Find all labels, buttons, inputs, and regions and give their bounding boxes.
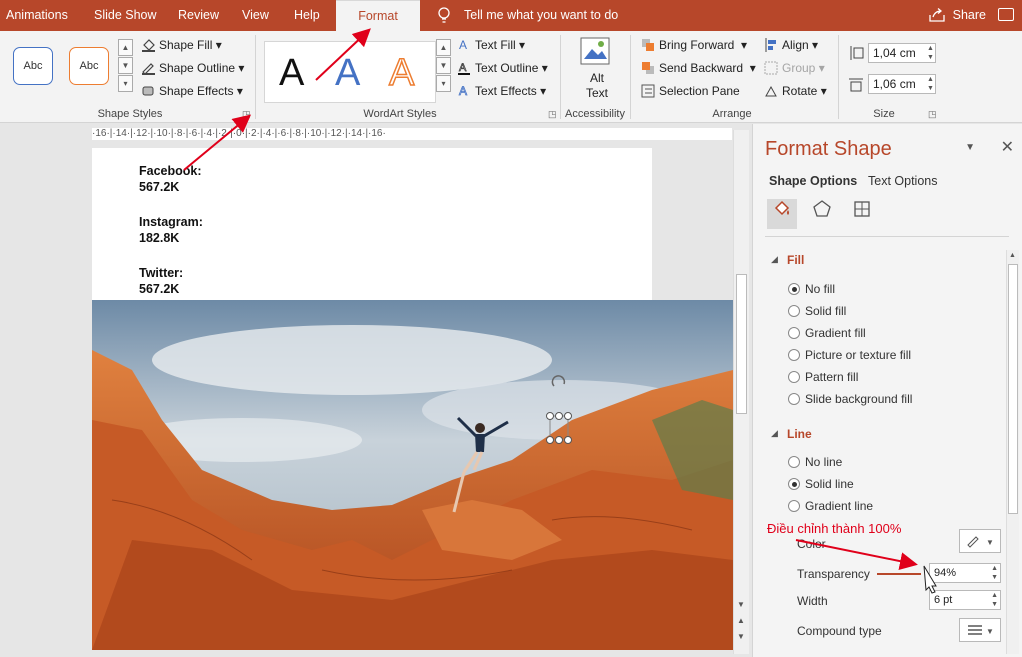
- annotation-text: Điều chỉnh thành 100%: [767, 521, 902, 536]
- arrow-to-format-tab: [315, 28, 371, 81]
- arrow-to-launcher: [183, 114, 252, 171]
- mouse-cursor-icon: [923, 565, 937, 594]
- arrow-to-transparency: [795, 539, 918, 571]
- annotation-overlay: [183, 28, 937, 594]
